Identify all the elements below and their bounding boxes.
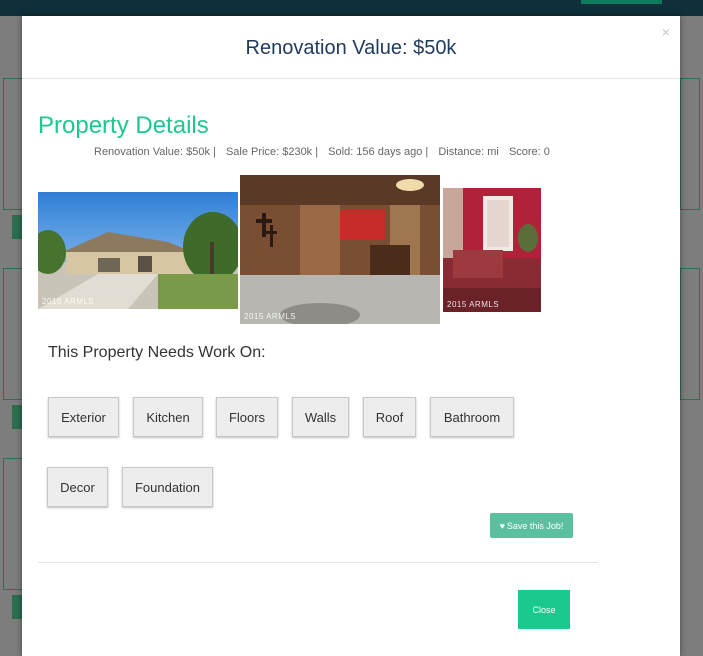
- property-modal: Renovation Value: $50k × Property Detail…: [22, 16, 680, 656]
- property-photo-living-room[interactable]: 2015 ARMLS: [443, 188, 541, 312]
- tag-kitchen[interactable]: Kitchen: [133, 397, 203, 437]
- modal-divider: [38, 562, 598, 563]
- background-tag: [12, 595, 22, 619]
- save-job-button[interactable]: ♥ Save this Job!: [490, 513, 573, 538]
- background-tag: [12, 405, 22, 429]
- background-topbar-button: [581, 0, 662, 4]
- exterior-image: [38, 192, 238, 309]
- photo-watermark: 2016 ARMLS: [42, 297, 95, 306]
- tag-exterior[interactable]: Exterior: [48, 397, 119, 437]
- tag-walls[interactable]: Walls: [292, 397, 349, 437]
- modal-title: Renovation Value: $50k: [245, 37, 457, 59]
- interior-image: [240, 175, 440, 324]
- background-card: [680, 78, 700, 210]
- background-topbar: [0, 0, 703, 16]
- meta-distance: Distance: mi: [438, 146, 499, 158]
- property-photo-exterior[interactable]: 2016 ARMLS: [38, 192, 238, 309]
- needs-work-label: This Property Needs Work On:: [48, 344, 266, 361]
- tag-floors[interactable]: Floors: [216, 397, 278, 437]
- modal-header: Renovation Value: $50k ×: [22, 16, 680, 79]
- tag-roof[interactable]: Roof: [363, 397, 416, 437]
- close-icon[interactable]: ×: [662, 24, 670, 40]
- meta-sold: Sold: 156 days ago |: [328, 146, 429, 158]
- photo-watermark: 2015 ARMLS: [244, 312, 297, 321]
- property-meta: Renovation Value: $50k | Sale Price: $23…: [94, 146, 557, 158]
- meta-renovation-value: Renovation Value: $50k |: [94, 146, 216, 158]
- meta-sale-price: Sale Price: $230k |: [225, 146, 319, 158]
- tag-foundation[interactable]: Foundation: [122, 467, 213, 507]
- property-details-heading: Property Details: [38, 112, 209, 139]
- tag-bathroom[interactable]: Bathroom: [430, 397, 514, 437]
- close-button[interactable]: Close: [518, 590, 570, 629]
- meta-score: Score: 0: [508, 146, 550, 158]
- tag-decor[interactable]: Decor: [47, 467, 108, 507]
- photo-watermark: 2015 ARMLS: [447, 300, 500, 309]
- property-photo-interior[interactable]: 2015 ARMLS: [240, 175, 440, 324]
- background-tag: [12, 215, 22, 239]
- background-card: [680, 268, 700, 400]
- heart-icon: ♥: [499, 520, 505, 531]
- living-room-image: [443, 188, 541, 312]
- save-job-label: Save this Job!: [506, 520, 564, 531]
